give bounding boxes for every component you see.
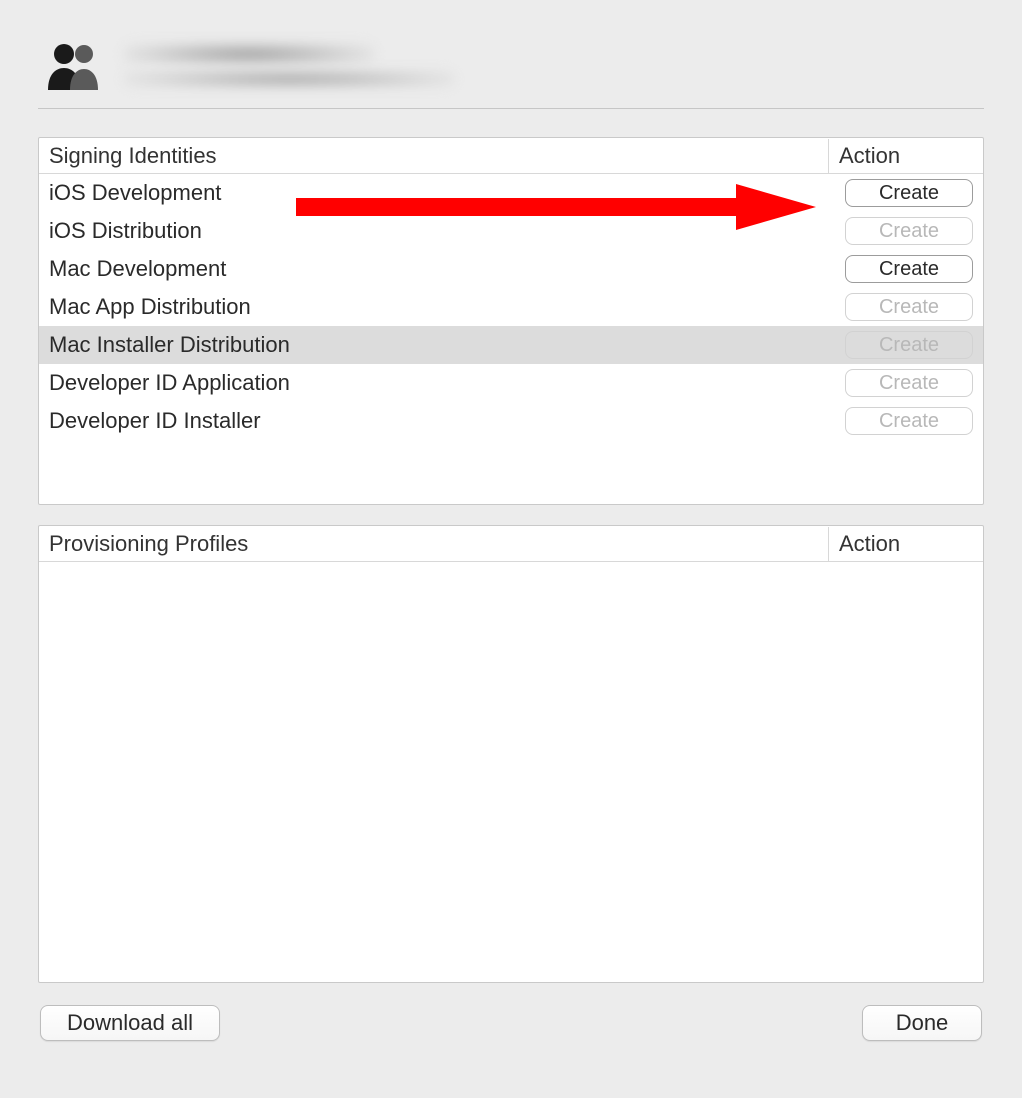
create-button: Create [845,217,973,245]
signing-identity-label: Developer ID Application [49,370,828,396]
divider [38,108,984,109]
action-header-label: Action [828,139,983,173]
create-button: Create [845,331,973,359]
done-button[interactable]: Done [862,1005,982,1041]
signing-identity-row[interactable]: Mac Installer Distribution Create [39,326,983,364]
signing-identity-row[interactable]: iOS Distribution Create [39,212,983,250]
provisioning-profiles-header: Provisioning Profiles Action [39,526,983,562]
signing-identity-row[interactable]: iOS Development Create [39,174,983,212]
signing-identity-row[interactable]: Mac App Distribution Create [39,288,983,326]
signing-identity-label: Mac Development [49,256,828,282]
account-header [38,40,984,108]
signing-identity-row[interactable]: Mac Development Create [39,250,983,288]
signing-identity-label: Developer ID Installer [49,408,828,434]
provisioning-profiles-panel: Provisioning Profiles Action [38,525,984,983]
download-all-button[interactable]: Download all [40,1005,220,1041]
signing-identity-label: Mac App Distribution [49,294,828,320]
signing-identity-label: Mac Installer Distribution [49,332,828,358]
create-button[interactable]: Create [845,255,973,283]
provisioning-profiles-header-label: Provisioning Profiles [39,527,828,561]
create-button: Create [845,293,973,321]
signing-identity-label: iOS Development [49,180,828,206]
action-header-label: Action [828,527,983,561]
signing-identity-row[interactable]: Developer ID Installer Create [39,402,983,440]
people-silhouette-icon [44,40,106,90]
signing-identities-header: Signing Identities Action [39,138,983,174]
signing-identities-panel: Signing Identities Action iOS Developmen… [38,137,984,505]
create-button: Create [845,407,973,435]
create-button: Create [845,369,973,397]
create-button[interactable]: Create [845,179,973,207]
account-name-redacted [124,43,454,87]
signing-identities-header-label: Signing Identities [39,139,828,173]
signing-identity-label: iOS Distribution [49,218,828,244]
signing-identity-row[interactable]: Developer ID Application Create [39,364,983,402]
provisioning-profiles-empty [39,562,983,982]
